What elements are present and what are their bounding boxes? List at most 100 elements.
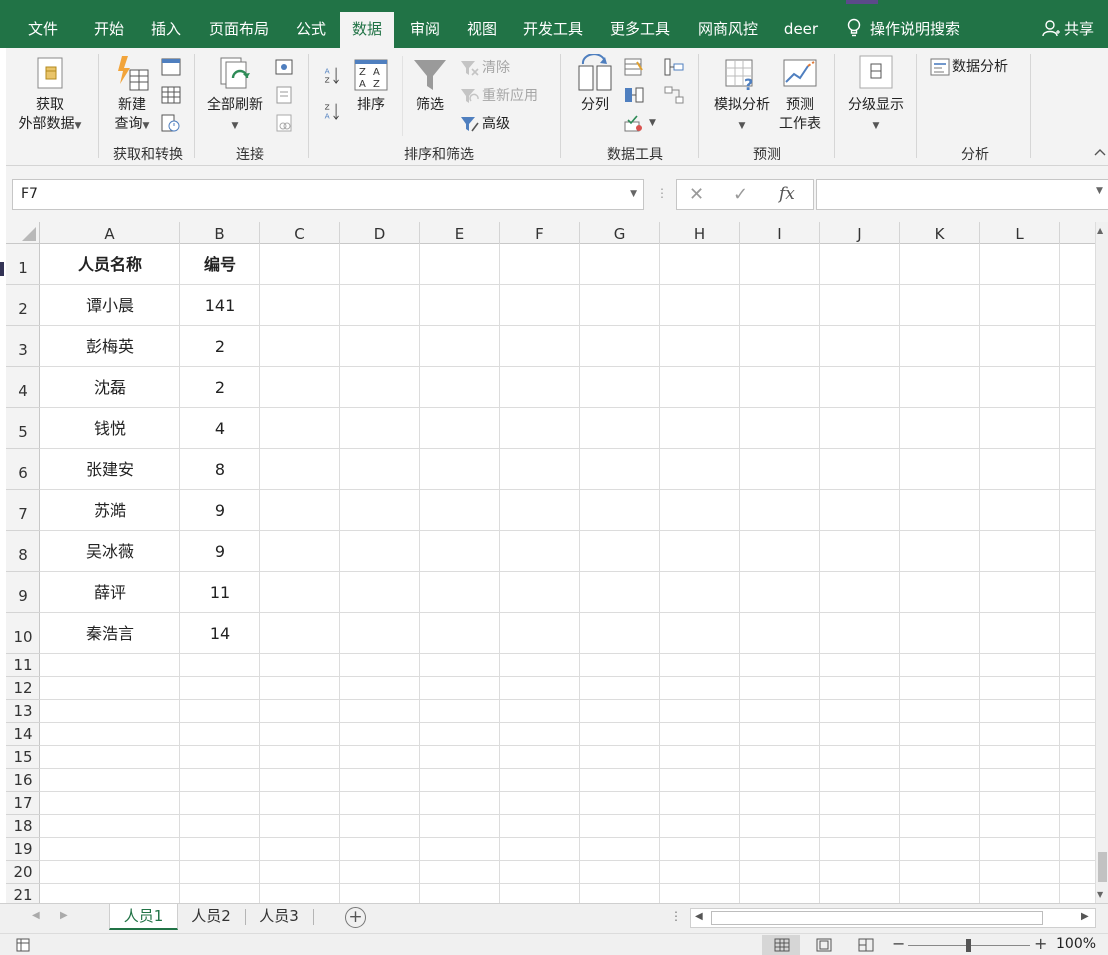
- tab-review[interactable]: 审阅: [404, 12, 446, 48]
- share-button[interactable]: 共享: [1042, 12, 1094, 48]
- next-sheet-icon[interactable]: ▶: [60, 910, 68, 921]
- row-header-14[interactable]: 14: [6, 723, 40, 746]
- tab-page-layout[interactable]: 页面布局: [204, 12, 274, 48]
- sheet-tab-1[interactable]: 人员1: [109, 904, 178, 930]
- outline-button[interactable]: 分级显示 ▼: [840, 54, 912, 136]
- remove-duplicates-icon[interactable]: [624, 86, 644, 104]
- horizontal-scrollbar[interactable]: ◀ ▶: [690, 908, 1096, 928]
- scroll-left-icon[interactable]: ◀: [695, 911, 703, 922]
- row-header-11[interactable]: 11: [6, 654, 40, 677]
- scroll-right-icon[interactable]: ▶: [1081, 911, 1089, 922]
- chevron-down-icon[interactable]: ▼: [649, 118, 656, 128]
- column-header-g[interactable]: G: [580, 222, 660, 244]
- zoom-slider-thumb[interactable]: [966, 939, 971, 952]
- page-break-view-button[interactable]: [846, 935, 884, 955]
- table-cell[interactable]: 9: [180, 531, 260, 572]
- row-header-10[interactable]: 10: [6, 613, 40, 654]
- get-external-data-button[interactable]: 获取 外部数据▼: [10, 54, 90, 136]
- table-cell[interactable]: 张建安: [40, 449, 180, 490]
- advanced-filter-icon[interactable]: [460, 115, 480, 133]
- cancel-icon[interactable]: ✕: [689, 184, 704, 205]
- sort-descending-icon[interactable]: ZA: [322, 102, 342, 120]
- connections-icon[interactable]: [274, 58, 294, 76]
- row-header-1[interactable]: 1: [6, 244, 40, 285]
- table-cell[interactable]: 沈磊: [40, 367, 180, 408]
- data-validation-icon[interactable]: [624, 114, 644, 132]
- column-header-l[interactable]: L: [980, 222, 1060, 244]
- column-header-a[interactable]: A: [40, 222, 180, 244]
- row-header-15[interactable]: 15: [6, 746, 40, 769]
- consolidate-icon[interactable]: [664, 58, 684, 76]
- properties-icon[interactable]: [274, 86, 294, 104]
- table-cell[interactable]: 2: [180, 326, 260, 367]
- what-if-analysis-button[interactable]: ? 模拟分析 ▼: [706, 54, 778, 136]
- column-header-d[interactable]: D: [340, 222, 420, 244]
- row-header-8[interactable]: 8: [6, 531, 40, 572]
- column-header-i[interactable]: I: [740, 222, 820, 244]
- table-header-cell[interactable]: 人员名称: [40, 244, 180, 285]
- row-header-20[interactable]: 20: [6, 861, 40, 884]
- add-sheet-button[interactable]: +: [345, 907, 366, 928]
- expand-formula-icon[interactable]: ▼: [1096, 186, 1103, 196]
- show-queries-icon[interactable]: [161, 58, 181, 76]
- tab-data[interactable]: 数据: [340, 12, 394, 48]
- scroll-down-icon[interactable]: ▼: [1097, 890, 1103, 899]
- tab-file[interactable]: 文件: [24, 12, 62, 48]
- normal-view-button[interactable]: [762, 935, 800, 955]
- row-header-21[interactable]: 21: [6, 884, 40, 903]
- flash-fill-icon[interactable]: [624, 58, 644, 76]
- row-header-6[interactable]: 6: [6, 449, 40, 490]
- macro-record-icon[interactable]: [16, 938, 30, 952]
- sort-ascending-icon[interactable]: AZ: [322, 66, 342, 84]
- sort-button[interactable]: ZAAZ 排序: [346, 54, 396, 115]
- row-header-2[interactable]: 2: [6, 285, 40, 326]
- zoom-out-icon[interactable]: −: [892, 934, 905, 953]
- vertical-scrollbar[interactable]: ▲ ▼: [1095, 222, 1108, 903]
- filter-button[interactable]: 筛选: [406, 54, 454, 115]
- tab-developer[interactable]: 开发工具: [518, 12, 588, 48]
- chevron-down-icon[interactable]: ▼: [630, 180, 637, 209]
- sheet-tab-2[interactable]: 人员2: [180, 904, 242, 930]
- name-box[interactable]: F7 ▼: [12, 179, 644, 210]
- select-all-corner[interactable]: [6, 222, 40, 244]
- table-cell[interactable]: 苏澔: [40, 490, 180, 531]
- refresh-all-button[interactable]: 全部刷新 ▼: [202, 54, 268, 136]
- table-cell[interactable]: 14: [180, 613, 260, 654]
- row-header-5[interactable]: 5: [6, 408, 40, 449]
- relationships-icon[interactable]: [664, 86, 684, 104]
- row-header-3[interactable]: 3: [6, 326, 40, 367]
- row-header-19[interactable]: 19: [6, 838, 40, 861]
- horizontal-scroll-thumb[interactable]: [711, 911, 1043, 925]
- row-header-4[interactable]: 4: [6, 367, 40, 408]
- table-cell[interactable]: 薛评: [40, 572, 180, 613]
- prev-sheet-icon[interactable]: ◀: [32, 910, 40, 921]
- collapse-ribbon-icon[interactable]: [1094, 148, 1106, 156]
- row-header-13[interactable]: 13: [6, 700, 40, 723]
- tab-insert[interactable]: 插入: [145, 12, 187, 48]
- tab-deer[interactable]: deer: [780, 12, 822, 48]
- worksheet-grid[interactable]: ABCDEFGHIJKL 123456789101112131415161718…: [6, 222, 1095, 903]
- zoom-level[interactable]: 100%: [1056, 936, 1096, 952]
- tell-me-search[interactable]: 操作说明搜索: [846, 12, 960, 48]
- column-header-b[interactable]: B: [180, 222, 260, 244]
- row-header-16[interactable]: 16: [6, 769, 40, 792]
- new-query-button[interactable]: 新建 查询▼: [106, 54, 158, 136]
- zoom-in-icon[interactable]: +: [1034, 934, 1047, 953]
- table-cell[interactable]: 141: [180, 285, 260, 326]
- edit-links-icon[interactable]: [274, 114, 294, 132]
- table-cell[interactable]: 钱悦: [40, 408, 180, 449]
- table-cell[interactable]: 谭小晨: [40, 285, 180, 326]
- text-to-columns-button[interactable]: 分列: [570, 54, 620, 115]
- data-analysis-icon[interactable]: [930, 58, 950, 76]
- column-header-e[interactable]: E: [420, 222, 500, 244]
- forecast-sheet-button[interactable]: 预测 工作表: [776, 54, 824, 134]
- table-cell[interactable]: 4: [180, 408, 260, 449]
- scroll-up-icon[interactable]: ▲: [1097, 226, 1103, 235]
- vertical-scroll-thumb[interactable]: [1098, 852, 1107, 882]
- table-cell[interactable]: 吴冰薇: [40, 531, 180, 572]
- data-analysis-label[interactable]: 数据分析: [952, 58, 1008, 76]
- row-header-12[interactable]: 12: [6, 677, 40, 700]
- row-header-7[interactable]: 7: [6, 490, 40, 531]
- column-header-h[interactable]: H: [660, 222, 740, 244]
- row-header-17[interactable]: 17: [6, 792, 40, 815]
